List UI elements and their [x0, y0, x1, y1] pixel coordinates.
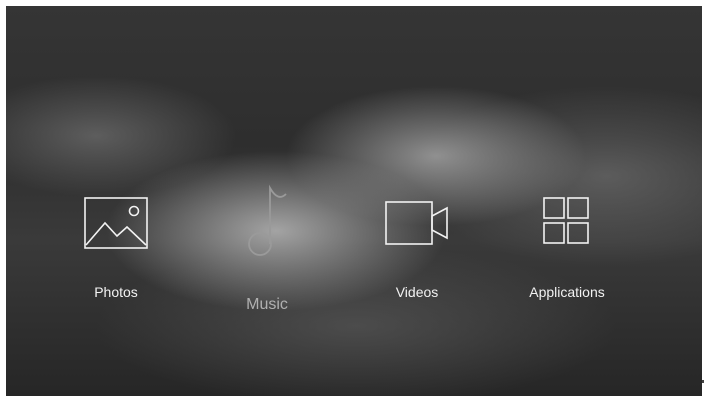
video-camera-icon — [385, 201, 448, 245]
media-home-screen: Photos Music Videos Applications — [6, 6, 702, 396]
menu-item-label: Photos — [94, 284, 138, 300]
menu-item-music[interactable]: Music — [234, 184, 300, 313]
menu-item-videos[interactable]: Videos — [384, 198, 450, 300]
menu-item-photos[interactable]: Photos — [83, 196, 149, 300]
menu-item-applications[interactable]: Applications — [529, 196, 605, 300]
menu-item-label: Music — [246, 296, 288, 313]
photo-icon — [84, 197, 148, 249]
music-note-icon — [248, 184, 287, 256]
apps-grid-icon — [543, 197, 589, 244]
menu-item-label: Videos — [395, 284, 439, 300]
menu-item-label: Applications — [529, 284, 605, 300]
